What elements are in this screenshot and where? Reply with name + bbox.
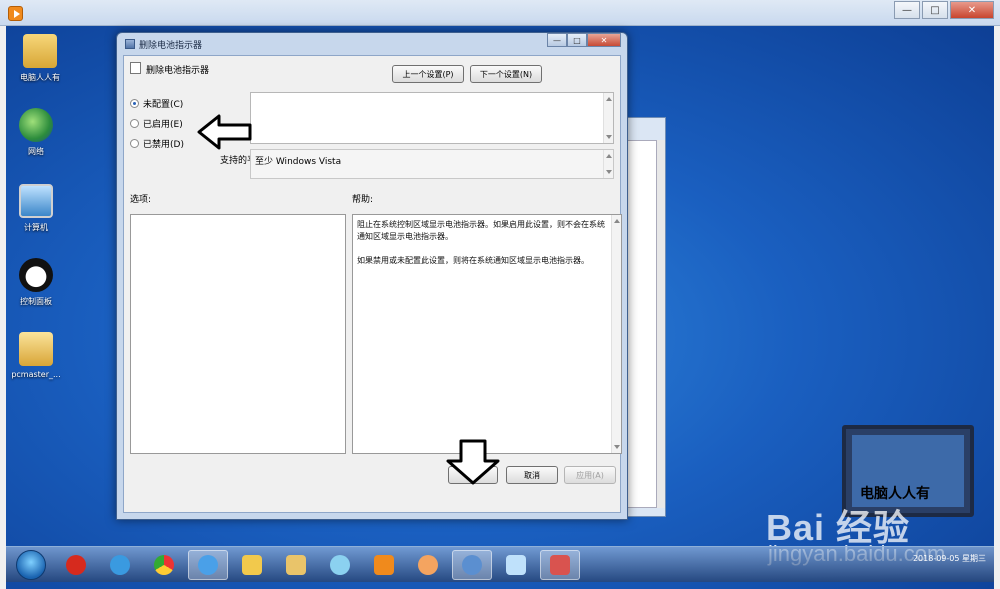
options-panel: [130, 214, 346, 454]
settings-icon: [462, 555, 482, 575]
network-icon: [19, 108, 53, 142]
desktop-icon-control-panel[interactable]: 控制面板: [6, 258, 66, 307]
policy-name: 删除电池指示器: [146, 66, 210, 76]
explorer-icon: [286, 555, 306, 575]
radio-label: 未配置(C): [143, 100, 184, 110]
help-scrollbar[interactable]: [611, 215, 621, 453]
scroll-down-icon[interactable]: [606, 170, 612, 174]
radio-selected-icon: [130, 99, 139, 108]
cube-icon: [506, 555, 526, 575]
help-panel: 阻止在系统控制区域显示电池指示器。如果启用此设置，则不会在系统通知区域显示电池指…: [352, 214, 622, 454]
dialog-window-controls: — □ ✕: [547, 33, 621, 47]
host-window-controls: — □ ✕: [892, 1, 994, 19]
desktop-icon-label: pcmaster_...: [11, 370, 61, 379]
installer-icon: [19, 332, 53, 366]
taskbar-item-paint[interactable]: [408, 550, 448, 580]
dialog-minimize-button[interactable]: —: [547, 33, 567, 47]
scroll-down-icon[interactable]: [606, 135, 612, 139]
taskbar-item-media[interactable]: [364, 550, 404, 580]
toolbox-icon: [550, 555, 570, 575]
desktop-icon-network[interactable]: 网络: [6, 108, 66, 157]
folder-icon: [242, 555, 262, 575]
supported-platform-box: 至少 Windows Vista: [250, 149, 614, 179]
supported-platform-value: 至少 Windows Vista: [255, 157, 342, 167]
radio-label: 已禁用(D): [143, 140, 184, 150]
help-label: 帮助:: [352, 195, 374, 205]
taskbar-item-app-red[interactable]: [56, 550, 96, 580]
scroll-up-icon[interactable]: [614, 219, 620, 223]
comment-scrollbar[interactable]: [603, 93, 613, 143]
cancel-button[interactable]: 取消: [506, 466, 558, 484]
media-icon: [374, 555, 394, 575]
computer-icon: [19, 184, 53, 218]
taskbar-item-ie[interactable]: [100, 550, 140, 580]
radio-unselected-icon: [130, 139, 139, 148]
dialog-title: 删除电池指示器: [139, 41, 203, 51]
pinwheel-icon: [330, 555, 350, 575]
previous-setting-button[interactable]: 上一个设置(P): [392, 65, 464, 83]
desktop-icon-label: 电脑人人有: [20, 73, 60, 82]
platform-scrollbar[interactable]: [603, 150, 613, 178]
radio-unselected-icon: [130, 119, 139, 128]
help-text: 阻止在系统控制区域显示电池指示器。如果启用此设置，则不会在系统通知区域显示电池指…: [357, 220, 605, 265]
recorder-app-icon: [8, 6, 23, 21]
radio-disabled[interactable]: 已禁用(D): [130, 137, 184, 150]
scroll-up-icon[interactable]: [606, 154, 612, 158]
dialog-close-button[interactable]: ✕: [587, 33, 621, 47]
desktop-icon-label: 计算机: [24, 223, 48, 232]
policy-dialog: 删除电池指示器 — □ ✕ 删除电池指示器 上一个设置(P) 下一个设置(N) …: [116, 32, 628, 520]
scroll-down-icon[interactable]: [614, 445, 620, 449]
background-window-scrollbar[interactable]: [657, 140, 665, 508]
apply-button[interactable]: 应用(A): [564, 466, 616, 484]
ie-icon: [110, 555, 130, 575]
desktop-icon-computer[interactable]: 计算机: [6, 184, 66, 233]
desktop-icon-installer[interactable]: pcmaster_...: [6, 332, 66, 379]
folder-icon: [23, 34, 57, 68]
host-titlebar: — □ ✕: [0, 0, 1000, 26]
radio-label: 已启用(E): [143, 120, 183, 130]
comment-textbox[interactable]: [250, 92, 614, 144]
desktop-icon-folder[interactable]: 电脑人人有: [10, 34, 70, 83]
options-label: 选项:: [130, 195, 152, 205]
minimize-button[interactable]: —: [894, 1, 920, 19]
desktop-icon-label: 网络: [28, 147, 44, 156]
start-icon[interactable]: [16, 550, 46, 580]
taskbar-item-chrome[interactable]: [144, 550, 184, 580]
policy-window-icon: [125, 39, 135, 49]
next-setting-button[interactable]: 下一个设置(N): [470, 65, 542, 83]
dialog-titlebar[interactable]: 删除电池指示器 — □ ✕: [117, 33, 627, 55]
radio-enabled[interactable]: 已启用(E): [130, 117, 183, 130]
policy-setting-icon: [130, 62, 141, 74]
taskbar-item-settings[interactable]: [452, 550, 492, 580]
taskbar: 2018-09-05 星期三: [6, 546, 994, 582]
scroll-up-icon[interactable]: [606, 97, 612, 101]
tray-date: 2018-09-05 星期三: [912, 554, 986, 563]
taskbar-item-explorer[interactable]: [276, 550, 316, 580]
radio-not-configured[interactable]: 未配置(C): [130, 97, 183, 110]
taskbar-item-cube[interactable]: [496, 550, 536, 580]
dialog-maximize-button[interactable]: □: [567, 33, 587, 47]
annotation-arrow-down-icon: [446, 439, 500, 485]
annotation-arrow-left-icon: [197, 114, 252, 150]
system-tray[interactable]: 2018-09-05 星期三: [913, 553, 986, 564]
taskbar-item-pinwheel[interactable]: [320, 550, 360, 580]
app-red-icon: [66, 555, 86, 575]
close-button[interactable]: ✕: [950, 1, 994, 19]
taskbar-item-toolbox[interactable]: [540, 550, 580, 580]
browser-icon: [198, 555, 218, 575]
taskbar-item-folder[interactable]: [232, 550, 272, 580]
paint-icon: [418, 555, 438, 575]
chrome-icon: [154, 555, 174, 575]
taskbar-item-browser[interactable]: [188, 550, 228, 580]
desktop-icon-label: 控制面板: [20, 297, 52, 306]
control-panel-icon: [19, 258, 53, 292]
maximize-button[interactable]: □: [922, 1, 948, 19]
